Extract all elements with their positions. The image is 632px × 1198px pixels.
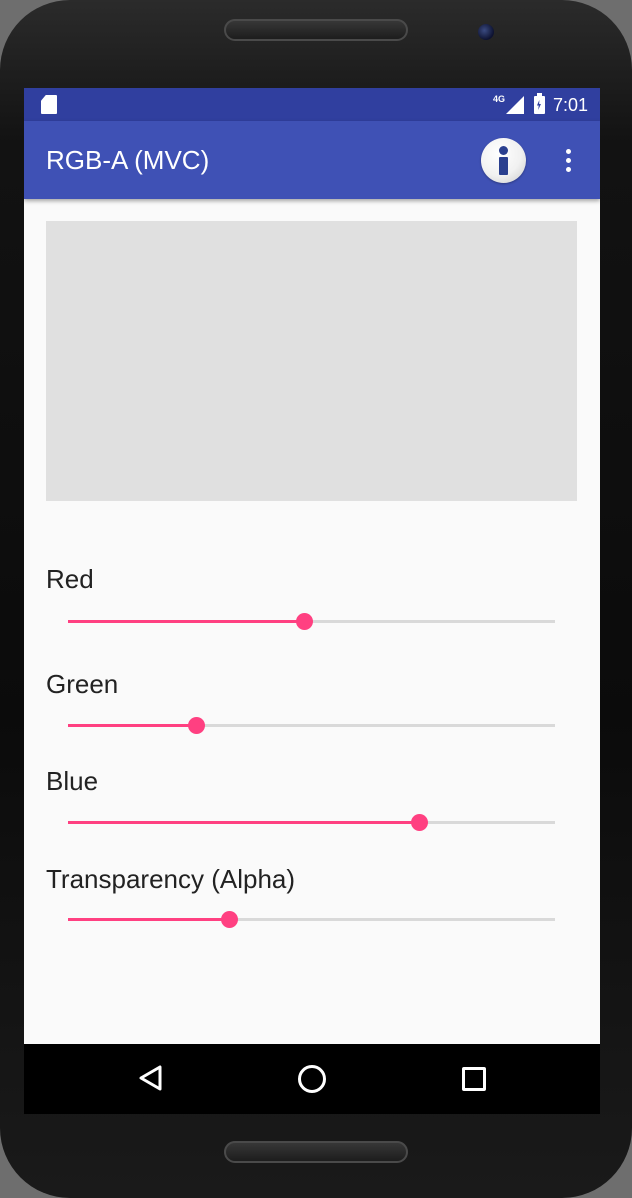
alpha-label: Transparency (Alpha) xyxy=(46,864,296,894)
recents-icon[interactable] xyxy=(462,1067,486,1091)
status-bar: 4G 7:01 xyxy=(24,88,600,121)
slider-fill xyxy=(68,918,229,921)
info-icon[interactable] xyxy=(481,138,526,183)
red-label: Red xyxy=(46,564,94,594)
signal-icon xyxy=(505,96,524,114)
slider-thumb[interactable] xyxy=(296,613,313,630)
blue-label: Blue xyxy=(46,766,99,796)
screen: 4G 7:01 RGB-A (MVC) Red Green Blue Trans… xyxy=(24,88,600,1114)
slider-thumb[interactable] xyxy=(411,814,428,831)
network-type-label: 4G xyxy=(492,94,505,104)
alpha-slider[interactable] xyxy=(68,910,555,930)
slider-fill xyxy=(68,620,304,623)
green-label: Green xyxy=(46,669,119,699)
more-vert-icon[interactable] xyxy=(556,146,580,176)
front-camera xyxy=(478,24,494,40)
bottom-speaker xyxy=(224,1141,408,1163)
status-time: 7:01 xyxy=(552,94,588,115)
blue-slider[interactable] xyxy=(68,813,555,833)
navigation-bar xyxy=(24,1044,600,1114)
sd-card-icon xyxy=(41,95,57,114)
app-title: RGB-A (MVC) xyxy=(46,145,210,175)
slider-thumb[interactable] xyxy=(221,911,238,928)
home-icon[interactable] xyxy=(298,1065,326,1093)
status-icons: 4G 7:01 xyxy=(493,92,588,118)
battery-charging-icon xyxy=(533,93,545,114)
green-slider[interactable] xyxy=(68,716,555,736)
slider-thumb[interactable] xyxy=(188,717,205,734)
slider-fill xyxy=(68,821,419,824)
color-preview xyxy=(46,221,577,501)
back-icon[interactable] xyxy=(138,1065,164,1091)
earpiece-speaker xyxy=(224,19,408,41)
app-bar: RGB-A (MVC) xyxy=(24,121,600,199)
phone-frame: 4G 7:01 RGB-A (MVC) Red Green Blue Trans… xyxy=(0,0,632,1198)
red-slider[interactable] xyxy=(68,612,555,632)
slider-fill xyxy=(68,724,196,727)
